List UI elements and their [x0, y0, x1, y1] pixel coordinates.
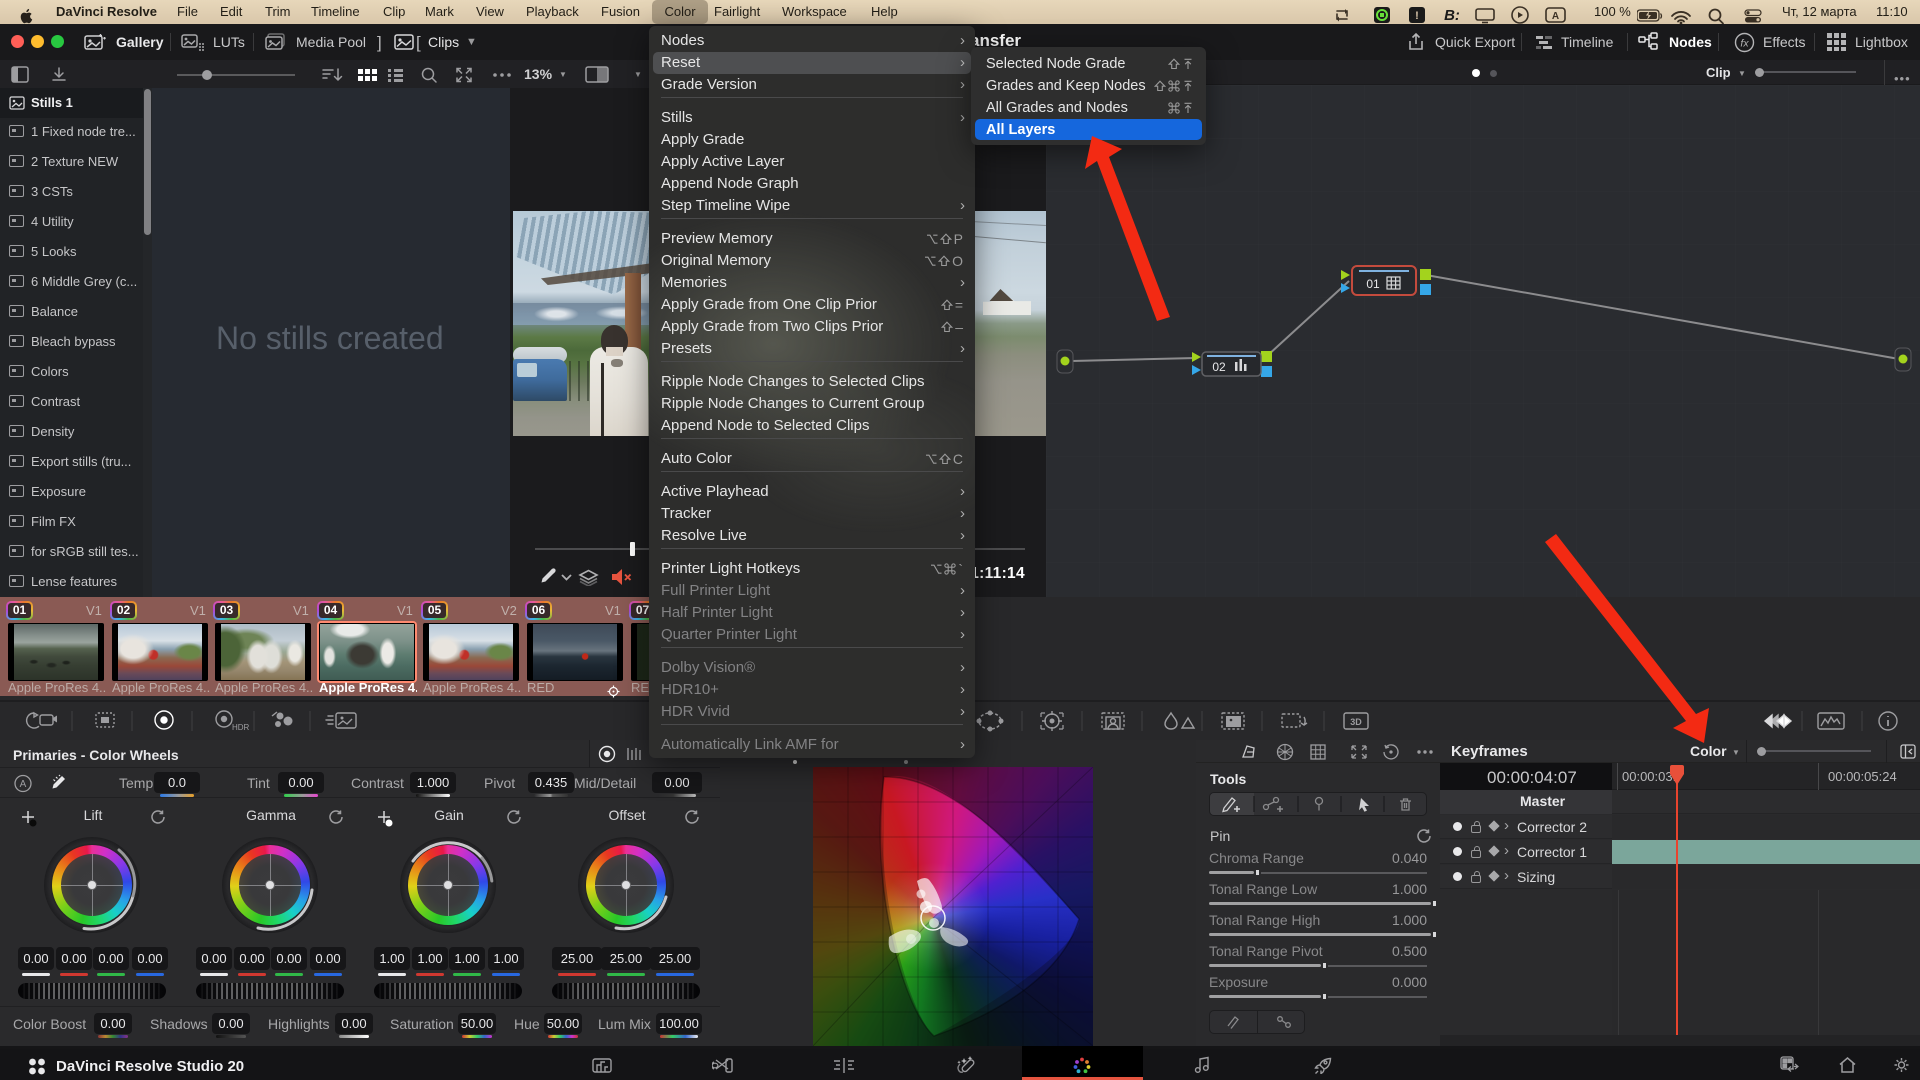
- svg-text:02: 02: [1212, 360, 1226, 374]
- svg-text:01: 01: [1366, 277, 1380, 291]
- svg-text:A: A: [1552, 11, 1559, 22]
- svg-text:!: !: [1415, 10, 1419, 22]
- svg-text:3D: 3D: [1350, 717, 1362, 727]
- svg-text:A: A: [20, 779, 27, 790]
- svg-text:B:: B:: [1444, 7, 1460, 24]
- svg-text:HDR: HDR: [232, 723, 250, 732]
- svg-text:fx: fx: [1740, 38, 1749, 50]
